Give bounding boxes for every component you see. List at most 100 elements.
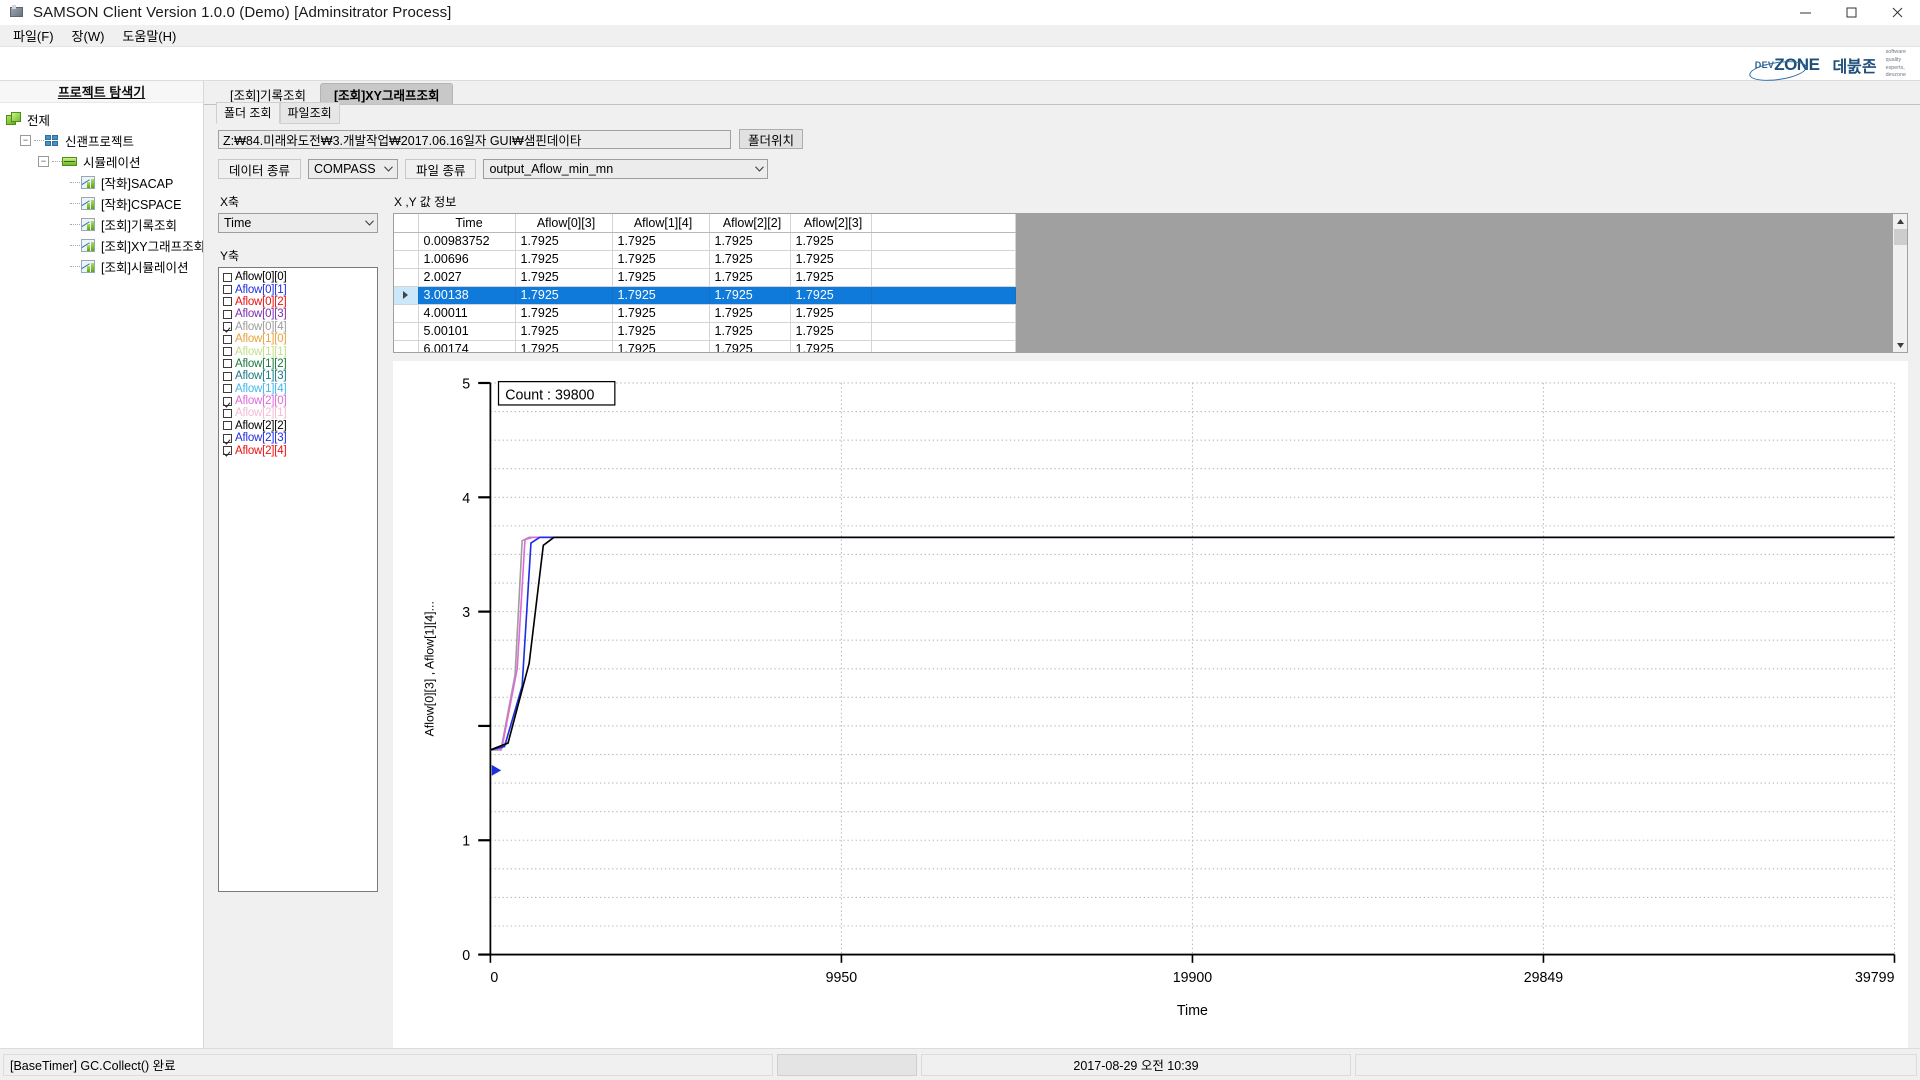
table-row[interactable]: 2.0027 1.7925 1.7925 1.7925 1.7925 [394,268,1016,287]
table-cell[interactable]: 1.7925 [612,304,710,323]
y-series-item[interactable]: Aflow[2][2] [223,420,377,432]
row-selector-cell[interactable] [394,286,419,305]
close-button[interactable] [1874,0,1920,25]
table-cell[interactable]: 1.7925 [709,268,791,287]
y-series-item[interactable]: Aflow[1][0] [223,333,377,345]
table-row[interactable]: 5.00101 1.7925 1.7925 1.7925 1.7925 [394,322,1016,341]
scroll-down-button[interactable] [1893,338,1907,352]
table-cell[interactable]: 1.7925 [515,340,613,352]
y-series-checkbox[interactable] [223,347,232,357]
table-cell[interactable]: 1.7925 [515,232,613,251]
tab-xy-graph-query[interactable]: [조회]XY그래프조회 [319,83,454,104]
table-cell[interactable]: 1.7925 [709,340,791,352]
tree-item-xy-graph-query[interactable]: [조회]XY그래프조회 [0,235,203,256]
tree-item-cspace[interactable]: [작화]CSPACE [0,193,203,214]
y-axis-series-list[interactable]: Aflow[0][0] Aflow[0][1] Aflow[0][2] Aflow[0… [218,267,378,892]
table-cell[interactable]: 1.7925 [790,250,872,269]
y-series-item[interactable]: Aflow[2][3] [223,432,377,444]
table-cell[interactable]: 1.7925 [790,340,872,352]
table-cell[interactable]: 1.7925 [709,232,791,251]
table-row[interactable]: 4.00011 1.7925 1.7925 1.7925 1.7925 [394,304,1016,323]
y-series-item[interactable]: Aflow[0][3] [223,308,377,320]
table-cell[interactable]: 1.7925 [790,232,872,251]
column-header[interactable]: Aflow[2][3] [790,214,872,233]
y-series-checkbox[interactable] [223,272,232,282]
browse-folder-button[interactable]: 폴더위치 [739,129,804,149]
xy-chart[interactable]: 0 1 3 4 5 0 9950 19900 29849 39799 Time Aflow[0][3]… [393,361,1908,1048]
row-selector-cell[interactable] [394,322,419,341]
column-header[interactable]: Aflow[0][3] [515,214,613,233]
row-selector-cell[interactable] [394,250,419,269]
column-header[interactable]: Aflow[1][4] [612,214,710,233]
y-series-item[interactable]: Aflow[1][2] [223,358,377,370]
tree-item-simulation[interactable]: − 시뮬레이션 [0,151,203,172]
y-series-checkbox[interactable] [223,433,232,443]
table-cell[interactable]: 1.7925 [515,322,613,341]
table-cell[interactable]: 4.00011 [418,304,516,323]
y-series-item[interactable]: Aflow[0][1] [223,283,377,296]
y-series-checkbox[interactable] [223,384,232,394]
expander-icon[interactable]: − [38,156,49,167]
table-cell[interactable]: 1.7925 [709,322,791,341]
table-row[interactable]: 0.00983752 1.7925 1.7925 1.7925 1.7925 [394,232,1016,251]
y-series-item[interactable]: Aflow[1][4] [223,383,377,395]
row-selector-cell[interactable] [394,232,419,251]
y-series-checkbox[interactable] [223,421,232,431]
tree-item-new-project[interactable]: − 신괜프로젝트 [0,130,203,151]
table-cell[interactable]: 1.7925 [612,286,710,305]
expander-icon[interactable]: − [20,135,31,146]
table-cell[interactable]: 1.7925 [709,286,791,305]
subtab-file-query[interactable]: 파일조회 [279,102,340,124]
table-row[interactable]: 3.00138 1.7925 1.7925 1.7925 1.7925 [394,286,1016,305]
row-selector-cell[interactable] [394,340,419,352]
data-grid-scroll-area[interactable]: Time Aflow[0][3] Aflow[1][4] Aflow[2][2] Afl… [393,213,1893,353]
tab-record-query[interactable]: [조회]기록조회 [216,83,320,104]
table-cell[interactable]: 6.00174 [418,340,516,352]
menu-item-file[interactable]: 파일(F) [4,24,63,47]
maximize-button[interactable] [1828,0,1874,25]
y-series-item[interactable]: Aflow[1][3] [223,370,377,382]
menu-item-window[interactable]: 장(W) [63,24,114,47]
y-series-checkbox[interactable] [223,408,232,418]
y-series-item[interactable]: Aflow[0][4] [223,321,377,333]
y-series-checkbox[interactable] [223,371,232,381]
table-cell[interactable]: 5.00101 [418,322,516,341]
row-selector-cell[interactable] [394,268,419,287]
column-header[interactable]: Aflow[2][2] [709,214,791,233]
y-series-item[interactable]: Aflow[2][1] [223,407,377,419]
folder-path-input[interactable]: Z:₩84.미래와도전₩3.개발작업₩2017.06.16일자 GUI₩샘핀데이… [218,129,731,149]
y-series-checkbox[interactable] [223,396,232,406]
table-cell[interactable]: 1.7925 [790,322,872,341]
subtab-folder-query[interactable]: 폴더 조회 [216,102,280,124]
row-selector-cell[interactable] [394,304,419,323]
scrollbar-thumb[interactable] [1893,229,1907,245]
tree-item-simulation-query[interactable]: [조회]시뮬레이션 [0,256,203,277]
y-series-item[interactable]: Aflow[2][0] [223,395,377,407]
y-series-item[interactable]: Aflow[1][1] [223,345,377,358]
table-cell[interactable]: 1.00696 [418,250,516,269]
table-cell[interactable]: 1.7925 [790,286,872,305]
table-cell[interactable]: 1.7925 [709,250,791,269]
table-cell[interactable]: 1.7925 [790,268,872,287]
y-series-checkbox[interactable] [223,359,232,369]
y-series-item[interactable]: Aflow[0][2] [223,296,377,308]
menu-item-help[interactable]: 도움말(H) [113,24,185,47]
x-axis-select[interactable]: Time [218,213,378,233]
y-series-item[interactable]: Aflow[2][4] [223,444,377,457]
table-cell[interactable]: 1.7925 [612,340,710,352]
file-type-select[interactable]: output_Aflow_min_mn [483,159,769,179]
table-row[interactable]: 1.00696 1.7925 1.7925 1.7925 1.7925 [394,250,1016,269]
tree-item-sacap[interactable]: [작화]SACAP [0,172,203,193]
table-cell[interactable]: 1.7925 [515,304,613,323]
scroll-up-button[interactable] [1893,214,1907,228]
table-cell[interactable]: 2.0027 [418,268,516,287]
table-cell[interactable]: 1.7925 [709,304,791,323]
y-series-checkbox[interactable] [223,446,232,456]
table-cell[interactable]: 1.7925 [790,304,872,323]
y-series-item[interactable]: Aflow[0][0] [223,271,377,283]
table-cell[interactable]: 1.7925 [612,322,710,341]
y-series-checkbox[interactable] [223,334,232,344]
table-cell[interactable]: 1.7925 [612,250,710,269]
grid-vertical-scrollbar[interactable] [1893,213,1908,353]
y-series-checkbox[interactable] [223,322,232,332]
